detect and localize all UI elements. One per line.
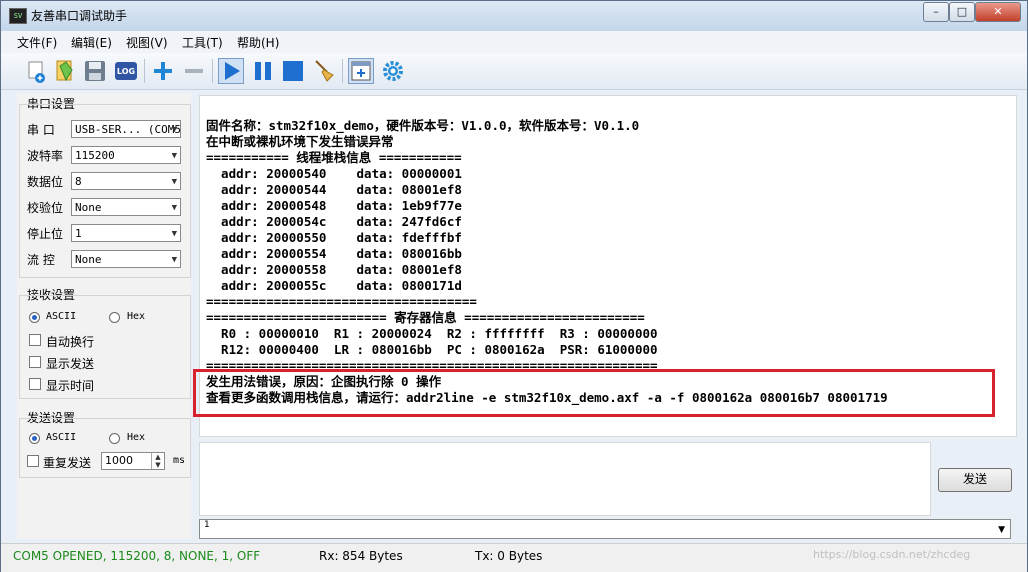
toolbar-separator xyxy=(212,59,213,83)
menu-tools[interactable]: 工具(T) xyxy=(182,34,223,51)
save-icon[interactable] xyxy=(82,58,108,84)
baud-select-value: 115200 xyxy=(75,149,115,162)
toolbar: LOG xyxy=(1,53,1027,90)
chevron-down-icon: ▼ xyxy=(171,151,177,161)
send-history-combo[interactable]: 1 ▼ xyxy=(199,519,1011,539)
menu-view[interactable]: 视图(V) xyxy=(126,34,168,51)
chevron-down-icon: ▼ xyxy=(171,125,177,135)
send-history-value: 1 xyxy=(204,520,210,530)
databits-label: 数据位 xyxy=(27,175,64,189)
send-ascii-label: ASCII xyxy=(46,432,77,443)
log-icon[interactable]: LOG xyxy=(113,58,139,84)
receive-ascii-radio[interactable] xyxy=(29,312,40,323)
spin-arrows-icon[interactable]: ▲ ▼ xyxy=(151,453,164,469)
flow-label: 流 控 xyxy=(27,253,55,267)
receive-hex-radio[interactable] xyxy=(109,312,120,323)
databits-select[interactable]: 8 ▼ xyxy=(71,172,181,190)
play-icon[interactable] xyxy=(218,58,244,84)
rx-count: Rx: 854 Bytes xyxy=(319,549,403,563)
interval-spinbox[interactable]: 1000 ▲ ▼ xyxy=(101,452,165,470)
watermark-text: https://blog.csdn.net/zhcdeg xyxy=(813,548,971,561)
receive-ascii-label: ASCII xyxy=(46,311,77,322)
send-hex-label: Hex xyxy=(127,432,146,443)
title-bar[interactable]: SV 友善串口调试助手 – □ ✕ xyxy=(1,1,1027,31)
chevron-down-icon: ▼ xyxy=(171,255,177,265)
open-icon[interactable] xyxy=(52,58,78,84)
receive-hex-label: Hex xyxy=(127,311,146,322)
send-button[interactable]: 发送 xyxy=(938,468,1012,492)
baud-select[interactable]: 115200 ▼ xyxy=(71,146,181,164)
port-select-value: USB-SER... (COM5 xyxy=(75,123,181,136)
baud-label: 波特率 xyxy=(27,149,64,163)
app-icon: SV xyxy=(9,8,27,24)
receive-settings-group xyxy=(19,295,191,399)
port-status-text: COM5 OPENED, 115200, 8, NONE, 1, OFF xyxy=(13,549,261,563)
stopbits-label: 停止位 xyxy=(27,227,64,241)
settings-gear-icon[interactable] xyxy=(380,58,406,84)
log-icon-text: LOG xyxy=(117,67,135,76)
menu-help[interactable]: 帮助(H) xyxy=(237,34,279,51)
chevron-down-icon: ▼ xyxy=(998,525,1005,535)
send-hex-radio[interactable] xyxy=(109,433,120,444)
broom-icon[interactable] xyxy=(311,58,337,84)
interval-value: 1000 xyxy=(105,454,133,467)
window-title: 友善串口调试助手 xyxy=(31,9,128,23)
tx-count: Tx: 0 Bytes xyxy=(475,549,543,563)
parity-select[interactable]: None ▼ xyxy=(71,198,181,216)
app-window: SV 友善串口调试助手 – □ ✕ 文件(F) 编辑(E) 视图(V) 工具(T… xyxy=(0,0,1028,572)
stopbits-select-value: 1 xyxy=(75,227,82,240)
parity-label: 校验位 xyxy=(27,201,64,215)
menu-file[interactable]: 文件(F) xyxy=(17,34,57,51)
auto-wrap-label: 自动换行 xyxy=(46,335,95,349)
plus-icon[interactable] xyxy=(150,58,176,84)
chevron-down-icon: ▼ xyxy=(171,177,177,187)
stop-icon[interactable] xyxy=(280,58,306,84)
minimize-button[interactable]: – xyxy=(923,2,949,22)
show-time-checkbox[interactable] xyxy=(29,378,41,390)
pause-icon[interactable] xyxy=(250,58,276,84)
port-label: 串 口 xyxy=(27,123,55,137)
interval-unit: ms xyxy=(173,455,186,466)
settings-panel: 串口设置 串 口 USB-SER... (COM5 ▼ 波特率 115200 ▼ 数… xyxy=(17,93,191,539)
chevron-down-icon: ▼ xyxy=(171,229,177,239)
show-send-label: 显示发送 xyxy=(46,357,95,371)
toolbar-separator xyxy=(342,59,343,83)
send-textarea[interactable] xyxy=(199,442,931,516)
menu-edit[interactable]: 编辑(E) xyxy=(71,34,112,51)
auto-wrap-checkbox[interactable] xyxy=(29,334,41,346)
minus-icon[interactable] xyxy=(181,58,207,84)
menu-bar: 文件(F) 编辑(E) 视图(V) 工具(T) 帮助(H) xyxy=(1,31,1027,53)
port-select[interactable]: USB-SER... (COM5 ▼ xyxy=(71,120,181,138)
databits-select-value: 8 xyxy=(75,175,82,188)
chevron-down-icon: ▼ xyxy=(171,203,177,213)
show-send-checkbox[interactable] xyxy=(29,356,41,368)
receive-text: 固件名称：stm32f10x_demo，硬件版本号：V1.0.0，软件版本号：V… xyxy=(206,118,888,405)
repeat-send-label: 重复发送 xyxy=(43,456,92,470)
show-time-label: 显示时间 xyxy=(46,379,95,393)
stopbits-select[interactable]: 1 ▼ xyxy=(71,224,181,242)
close-button[interactable]: ✕ xyxy=(975,2,1021,22)
repeat-send-checkbox[interactable] xyxy=(27,455,39,467)
send-ascii-radio[interactable] xyxy=(29,433,40,444)
new-icon[interactable] xyxy=(23,58,49,84)
flow-select[interactable]: None ▼ xyxy=(71,250,181,268)
highlight-annotation-box xyxy=(193,369,995,417)
flow-select-value: None xyxy=(75,253,102,266)
maximize-button[interactable]: □ xyxy=(949,2,975,22)
parity-select-value: None xyxy=(75,201,102,214)
new-window-icon[interactable] xyxy=(348,58,374,84)
toolbar-separator xyxy=(144,59,145,83)
